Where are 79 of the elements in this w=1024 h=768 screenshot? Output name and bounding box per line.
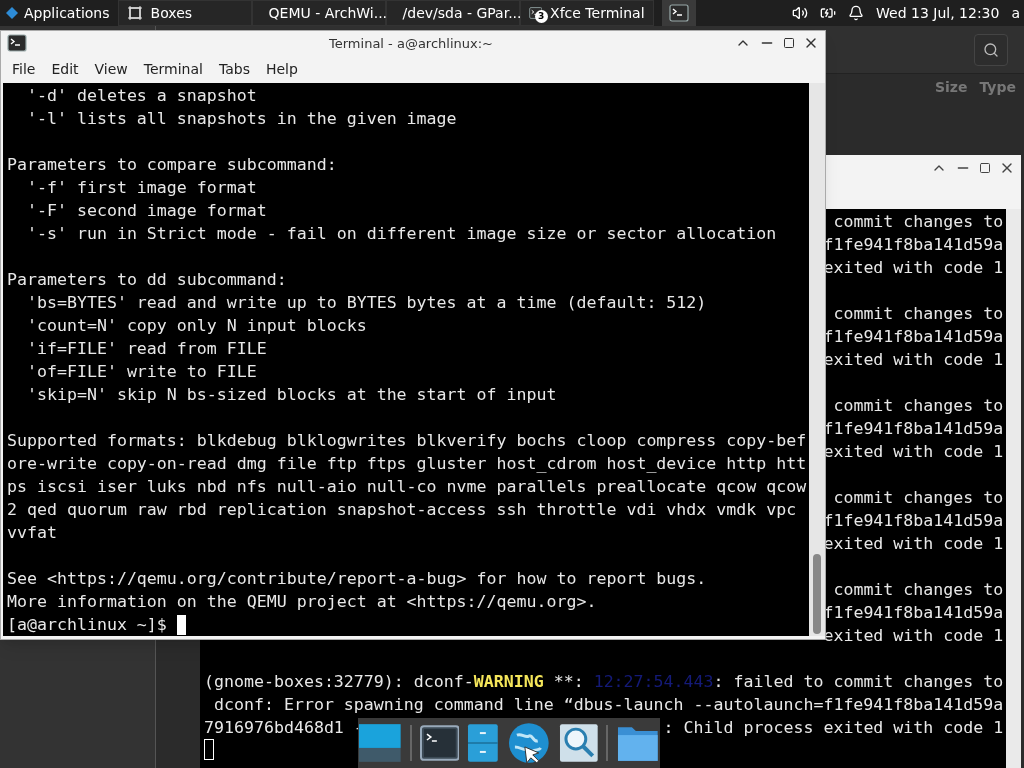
scrollbar[interactable] bbox=[1006, 209, 1021, 768]
menu-item[interactable]: File bbox=[5, 58, 43, 80]
log-text: dconf: Error spawning command line “dbus-launch --autolaunch=f1fe941f8ba141d59a bbox=[213, 694, 1004, 716]
terminal-line: 'of=FILE' write to FILE bbox=[25, 361, 258, 383]
terminal-line: '-d' deletes a snapshot bbox=[25, 85, 258, 107]
terminal-icon bbox=[7, 33, 27, 54]
search-icon[interactable] bbox=[558, 723, 599, 763]
terminal-line: ore-write copy-on-read dmg file ftp ftps gluster host_cdrom host_device http htt bbox=[7, 453, 808, 475]
terminal-line: Parameters to dd subcommand: bbox=[7, 269, 288, 291]
file-cabinet-icon[interactable] bbox=[467, 723, 500, 763]
terminal-line: commit changes to bbox=[833, 303, 1004, 325]
taskbar-button[interactable]: 3 Xfce Terminal bbox=[519, 0, 654, 26]
menu-item[interactable]: Edit bbox=[44, 58, 86, 80]
terminal-line: '-f' first image format bbox=[25, 177, 258, 199]
terminal-line: f1fe941f8ba141d59a bbox=[823, 418, 1004, 440]
terminal-line: exited with code 1 bbox=[823, 533, 1004, 555]
terminal-line: See <https://qemu.org/contribute/report-a-bug> for how to report bugs. bbox=[7, 568, 708, 590]
terminal-line: f1fe941f8ba141d59a bbox=[823, 602, 1004, 624]
cursor bbox=[204, 739, 214, 760]
volume-icon[interactable] bbox=[792, 5, 809, 21]
terminal-line: commit changes to bbox=[833, 211, 1004, 233]
cursor bbox=[176, 614, 186, 635]
terminal-line: f1fe941f8ba141d59a bbox=[823, 234, 1004, 256]
terminal-line: 'bs=BYTES' read and write up to BYTES bytes at a time (default: 512) bbox=[25, 292, 708, 314]
maximize-icon[interactable] bbox=[979, 162, 991, 174]
maximize-icon[interactable] bbox=[783, 37, 795, 50]
taskbar-button[interactable]: Boxes bbox=[117, 0, 252, 26]
app-menu-icon bbox=[4, 5, 20, 21]
clock[interactable]: Wed 13 Jul, 12:30 bbox=[876, 2, 1000, 24]
terminal-line: 'count=N' copy only N input blocks bbox=[25, 315, 368, 337]
terminal-line: '-l' lists all snapshots in the given image bbox=[25, 108, 458, 130]
scrollbar-thumb[interactable] bbox=[813, 554, 821, 634]
log-text: : failed to commit changes to bbox=[713, 671, 1004, 693]
log-text: (gnome-boxes:32779): dconf- bbox=[204, 671, 474, 693]
globe-icon[interactable] bbox=[507, 721, 551, 765]
log-text: **: bbox=[552, 671, 585, 693]
taskbar-button[interactable]: QEMU - ArchWi... bbox=[251, 0, 386, 26]
search-icon bbox=[983, 41, 999, 58]
menu-item[interactable]: Help bbox=[258, 58, 305, 80]
frame-icon bbox=[126, 5, 143, 21]
menu-item[interactable]: Tabs bbox=[211, 58, 257, 80]
terminal-icon bbox=[668, 3, 689, 23]
log-text: 7916976bd468d1 - bbox=[204, 717, 364, 739]
workspace-button[interactable] bbox=[661, 0, 696, 26]
terminal-line: Supported formats: blkdebug blklogwrites blkverify bochs cloop compress copy-bef bbox=[7, 430, 808, 452]
notification-icon[interactable] bbox=[848, 5, 865, 21]
menu-item[interactable]: View bbox=[87, 58, 135, 80]
terminal-line: 'skip=N' skip N bs-sized blocks at the start of input bbox=[25, 384, 558, 406]
terminal-line: exited with code 1 bbox=[823, 441, 1004, 463]
terminal-line: ps iscsi iser luks nbd nfs null-aio null-co nvme parallels preallocate qcow qcow bbox=[7, 476, 808, 498]
window-title: Terminal - a@archlinux:~ bbox=[329, 34, 493, 53]
terminal-line: exited with code 1 bbox=[823, 257, 1004, 279]
terminal-line: vvfat bbox=[7, 522, 58, 544]
terminal-line: commit changes to bbox=[833, 395, 1004, 417]
search-button[interactable] bbox=[974, 33, 1008, 66]
scrollbar[interactable] bbox=[809, 83, 825, 636]
menu-item[interactable]: Terminal bbox=[136, 58, 210, 80]
warning-label: WARNING bbox=[473, 671, 544, 693]
terminal-line: commit changes to bbox=[833, 487, 1004, 509]
taskbar-button[interactable]: /dev/sda - GPar... bbox=[385, 0, 520, 26]
timestamp: 12:27:54.443 bbox=[593, 671, 714, 693]
battery-icon[interactable] bbox=[820, 5, 837, 21]
terminal-line: f1fe941f8ba141d59a bbox=[823, 510, 1004, 532]
terminal-icon[interactable] bbox=[419, 725, 460, 761]
user-name[interactable]: a bbox=[1011, 2, 1020, 24]
terminal-line: commit changes to bbox=[833, 579, 1004, 601]
desktop-icon[interactable] bbox=[358, 721, 402, 765]
terminal-line: Parameters to compare subcommand: bbox=[7, 154, 338, 176]
applications-menu[interactable]: Applications bbox=[0, 0, 114, 26]
terminal-line: 'if=FILE' read from FILE bbox=[25, 338, 268, 360]
terminal-line: '-F' second image format bbox=[25, 200, 268, 222]
log-text: : Child process exited with code 1 bbox=[663, 717, 1004, 739]
terminal-line: exited with code 1 bbox=[823, 349, 1004, 371]
terminal-line: 2 qed quorum raw rbd replication snapshot-access ssh throttle vdi vhdx vmdk vpc bbox=[7, 499, 798, 521]
terminal-line: '-s' run in Strict mode - fail on different image size or sector allocation bbox=[25, 223, 778, 245]
terminal-line: f1fe941f8ba141d59a bbox=[823, 326, 1004, 348]
terminal-line: exited with code 1 bbox=[823, 625, 1004, 647]
terminal-line: More information on the QEMU project at <https://qemu.org>. bbox=[7, 591, 598, 613]
shell-prompt: [a@archlinux ~]$ bbox=[7, 614, 167, 636]
